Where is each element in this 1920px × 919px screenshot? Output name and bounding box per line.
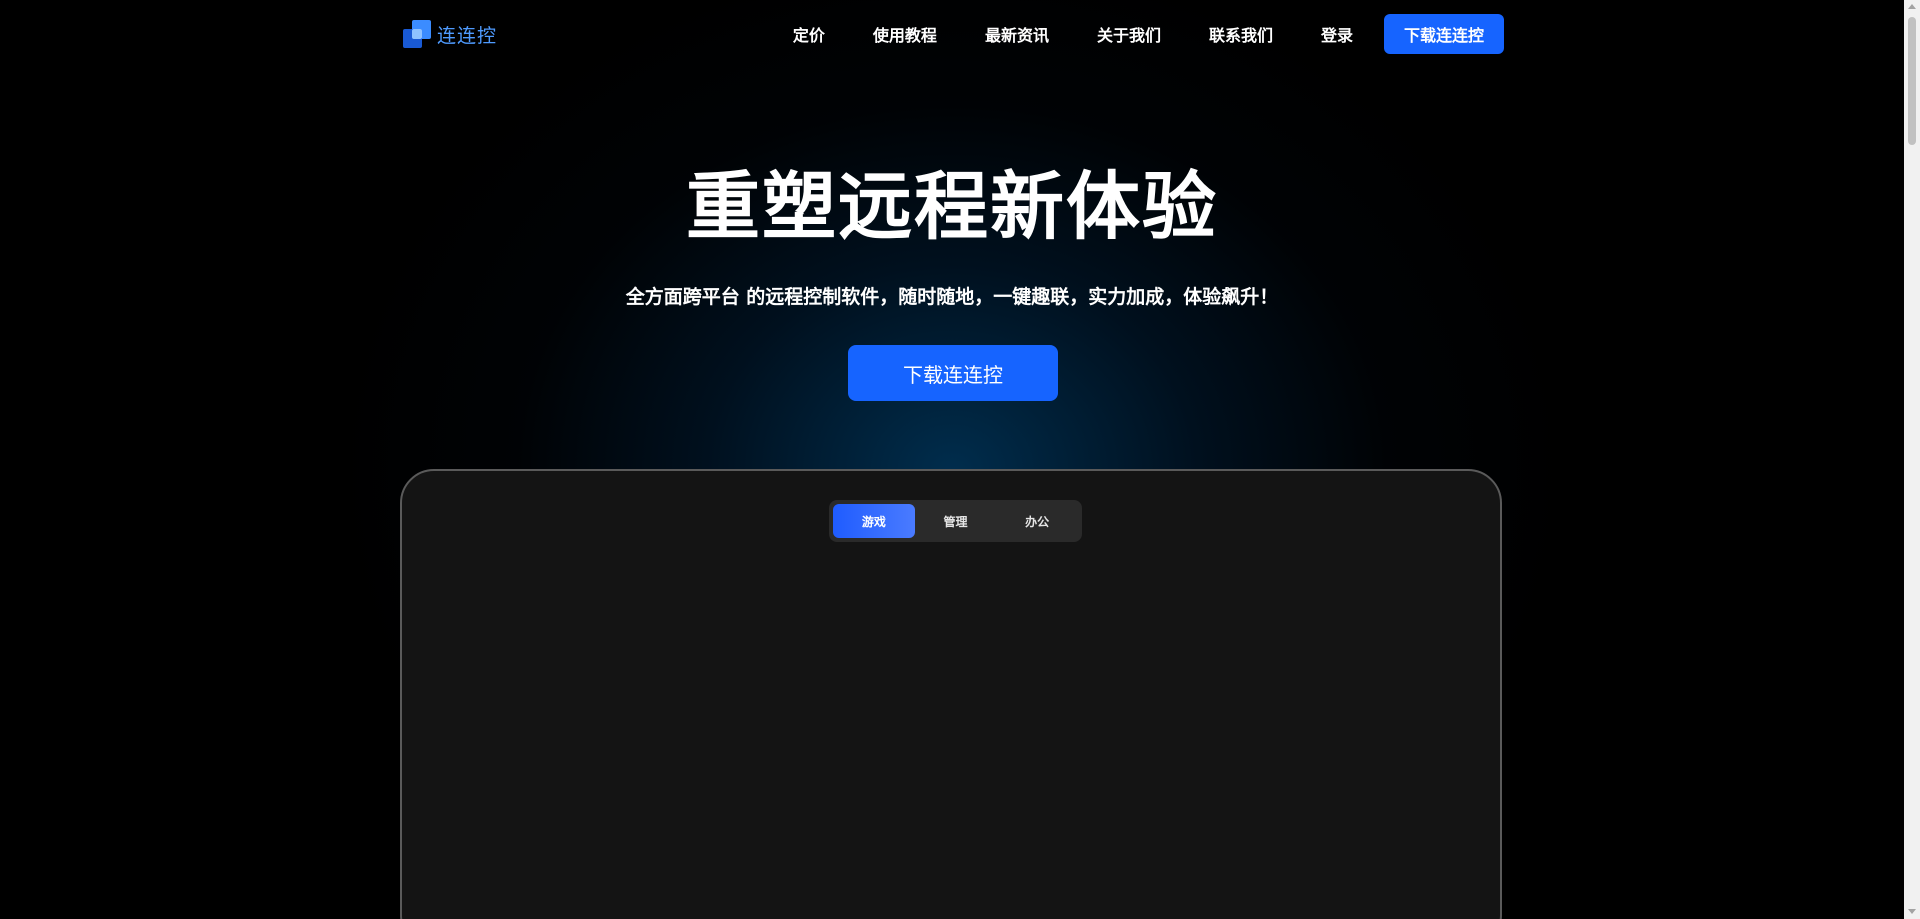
scroll-up-icon[interactable] bbox=[1908, 4, 1916, 9]
nav-item-news[interactable]: 最新资讯 bbox=[985, 22, 1049, 46]
scroll-down-icon[interactable] bbox=[1908, 909, 1916, 914]
site-header: 连连控 定价 使用教程 最新资讯 关于我们 联系我们 登录 下载连连控 bbox=[0, 0, 1904, 70]
scroll-thumb[interactable] bbox=[1908, 17, 1916, 145]
showcase-tabs: 游戏 管理 办公 bbox=[829, 500, 1082, 542]
page: 连连控 定价 使用教程 最新资讯 关于我们 联系我们 登录 下载连连控 重塑远程… bbox=[0, 0, 1920, 919]
hero-title: 重塑远程新体验 bbox=[686, 164, 1218, 250]
page-scrollbar[interactable] bbox=[1904, 0, 1920, 919]
hero-subtitle: 全方面跨平台 的远程控制软件，随时随地，一键趣联，实力加成，体验飙升！ bbox=[625, 286, 1279, 308]
nav-item-contact[interactable]: 联系我们 bbox=[1209, 22, 1273, 46]
nav-item-about[interactable]: 关于我们 bbox=[1097, 22, 1161, 46]
brand-logo[interactable]: 连连控 bbox=[403, 19, 497, 49]
nav-item-login[interactable]: 登录 bbox=[1321, 22, 1353, 46]
tab-office[interactable]: 办公 bbox=[996, 504, 1078, 538]
nav-item-pricing[interactable]: 定价 bbox=[793, 22, 825, 46]
main-nav: 定价 使用教程 最新资讯 关于我们 联系我们 登录 下载连连控 bbox=[793, 14, 1504, 54]
hero-download-button[interactable]: 下载连连控 bbox=[848, 345, 1058, 401]
header-download-button[interactable]: 下载连连控 bbox=[1384, 14, 1504, 54]
showcase-frame: 游戏 管理 办公 bbox=[400, 469, 1502, 919]
tab-management[interactable]: 管理 bbox=[915, 504, 997, 538]
tab-gaming[interactable]: 游戏 bbox=[833, 504, 915, 538]
brand-name: 连连控 bbox=[437, 24, 498, 47]
nav-item-tutorial[interactable]: 使用教程 bbox=[873, 22, 937, 46]
logo-icon bbox=[403, 20, 431, 48]
